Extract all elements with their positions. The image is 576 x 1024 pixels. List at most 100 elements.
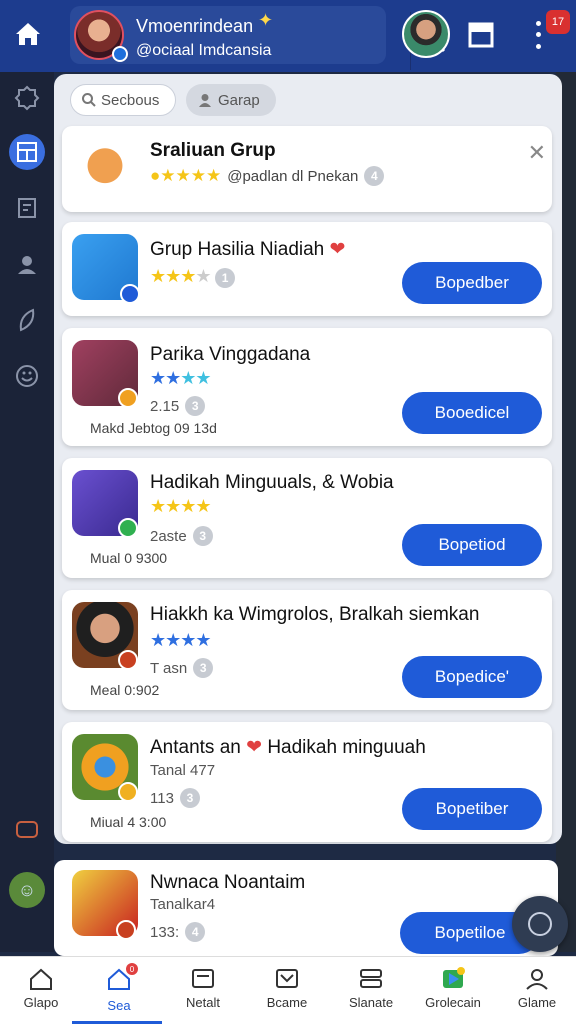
join-button[interactable]: Bopedber [402,262,542,304]
floating-action-button[interactable] [512,896,568,952]
card-footer: Meal 0:902 [90,682,160,698]
card-meta-text: 2.15 [150,397,180,415]
nav-item-bcame[interactable]: Bcame [246,957,328,1024]
search-chip-label: Secbous [101,91,160,109]
tv-icon [192,969,214,988]
inbox-icon [276,969,298,988]
profile-name: Vmoenrindean [136,16,254,36]
window-button[interactable] [466,20,496,50]
nav-label: Sea [107,998,131,1013]
nav-item-grolecain[interactable]: Grolecain [412,957,494,1024]
badge-icon [14,85,40,111]
card-subtitle: Tanalkar4 [150,896,216,913]
online-badge-icon [118,518,138,538]
join-button[interactable]: Bopetiod [402,524,542,566]
nav-item-slanate[interactable]: Slanate [330,957,412,1024]
grid-icon [17,142,37,162]
card-title: Nwnaca Noantaim [150,872,306,893]
count-badge: 3 [193,658,214,678]
count-badge: 3 [179,788,200,808]
nav-label: Slanate [348,995,394,1010]
smile-icon [16,365,38,387]
nav-item-glame[interactable]: Glame [496,957,576,1024]
more-dot-icon [535,21,541,27]
group-card[interactable]: Parika Vinggadana ★★★★ 2.15 3 Makd Jebto… [62,328,552,446]
count-badge: 3 [185,396,206,416]
nav-item-sea[interactable]: 0 Sea [78,957,160,1024]
search-icon [82,93,96,107]
heart-icon: ❤ [246,737,263,758]
join-button[interactable]: Bopetiber [402,788,542,830]
group-card[interactable]: Hadikah Minguuals, & Wobia ★★★★ 2aste 3 … [62,458,552,578]
fox-mascot-thumbnail [72,136,138,202]
card-title-text-b: Hadikah minguuah [267,737,426,758]
card-footer: Miual 4 3:00 [90,814,167,830]
card-footer: Mual 0 9300 [90,550,168,566]
nav-item-netalt[interactable]: Netalt [162,957,244,1024]
home-icon [30,968,52,990]
search-chip[interactable]: Secbous [70,84,176,116]
rail-emoji[interactable] [9,358,45,394]
rail-user[interactable] [9,246,45,282]
close-icon[interactable]: ✕ [528,140,546,166]
nav-label: Netalt [186,995,220,1010]
card-title: Parika Vinggadana [150,344,311,365]
card-title: Hadikah Minguuals, & Wobia [150,472,394,493]
profile-icon [526,969,548,990]
rating-stars: ★★★★ 1 [150,266,235,288]
person-icon [199,94,211,107]
group-panel: Secbous Garap Sraliuan Grup ●★★★★ @padla… [54,74,562,844]
heart-icon: ❤ [329,239,346,260]
leaf-icon [19,308,35,332]
group-card[interactable]: Antants an ❤ Hadikah minguuah Tanal 477 … [62,722,552,842]
count-badge: 4 [185,922,206,942]
join-button[interactable]: Bopedice' [402,656,542,698]
rail-badge[interactable] [9,80,45,116]
group-card[interactable]: Hiakkh ka Wimgrolos, Bralkah siemkan ★★★… [62,590,552,710]
rail-grid[interactable] [9,134,45,170]
profile-header[interactable]: Vmoenrindean ✦ @ociaal Imdcansia [70,6,446,70]
card-title: Antants an ❤ Hadikah minguuah [150,736,426,759]
group-card[interactable]: Sraliuan Grup ●★★★★ @padlan dl Pnekan 4 … [62,126,552,212]
coin-badge-icon [118,388,138,408]
top-bar: Vmoenrindean ✦ @ociaal Imdcansia 17 [0,0,576,72]
check-badge-icon [120,284,140,304]
nav-badge: 0 [126,963,138,975]
user-icon [18,256,36,274]
join-button[interactable]: Booedicel [402,392,542,434]
count-badge: 3 [192,526,213,546]
nav-label: Glame [517,995,557,1010]
coin-badge-icon [118,782,138,802]
rail-leaf[interactable] [9,302,45,338]
nav-label: Glapo [23,995,59,1010]
card-meta-text: @padlan dl Pnekan [227,167,359,185]
card-meta-text: 113 [150,789,174,807]
rail-document[interactable] [9,190,45,226]
group-card[interactable]: Grup Hasilia Niadiah ❤ ★★★★ 1 Bopedber [62,222,552,316]
nav-label: Bcame [266,995,308,1010]
nav-item-glapo[interactable]: Glapo [0,957,82,1024]
more-dot-icon [535,32,541,38]
card-subtitle: Tanal 477 [150,762,216,779]
card-meta: 2aste 3 [150,526,213,546]
sparkle-icon: ✦ [258,10,274,30]
group-chip[interactable]: Garap [186,84,276,116]
document-icon [18,198,36,218]
notification-badge[interactable]: 17 [546,10,570,34]
card-footer: Makd Jebtog 09 13d [90,420,217,436]
rating-stars: ★★★★ [150,630,212,650]
card-meta: 2.15 3 [150,396,206,416]
card-title: Grup Hasilia Niadiah ❤ [150,238,345,261]
group-card[interactable]: Nwnaca Noantaim Tanalkar4 133: 4 Bopetil… [54,860,558,956]
rating-stars: ★★★★ [150,368,212,388]
more-menu-button[interactable] [528,18,548,52]
rail-character[interactable]: ☺ [9,872,45,908]
rail-chat[interactable] [9,812,45,848]
card-meta-text: 133: [150,923,180,941]
home-button[interactable] [8,14,48,54]
user-avatar[interactable] [402,10,450,58]
home-icon [16,23,40,45]
more-dot-icon [535,43,541,49]
card-title: Sraliuan Grup [150,140,276,161]
status-badge-icon [118,650,138,670]
